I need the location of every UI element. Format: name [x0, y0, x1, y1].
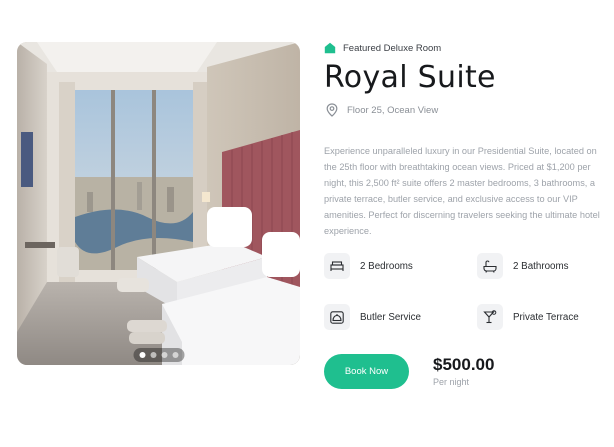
- price-value: $500.00: [433, 355, 495, 374]
- bathtub-icon: [483, 259, 497, 273]
- book-now-button[interactable]: Book Now: [324, 354, 409, 389]
- amenity-bathrooms: 2 Bathrooms: [477, 253, 569, 279]
- room-description: Experience unparalleled luxury in our Pr…: [324, 146, 600, 236]
- gallery-dot-2[interactable]: [150, 352, 156, 358]
- gallery-dot-3[interactable]: [161, 352, 167, 358]
- room-photo[interactable]: [17, 42, 300, 365]
- home-icon: [324, 42, 336, 54]
- room-photo-image: [17, 42, 300, 365]
- room-location-label: Floor 25, Ocean View: [347, 104, 439, 116]
- location-pin-icon: [326, 103, 338, 117]
- amenity-terrace: Private Terrace: [477, 304, 579, 330]
- gallery-dot-4[interactable]: [172, 352, 178, 358]
- room-location: Floor 25, Ocean View: [326, 103, 438, 117]
- amenity-icon-box: [324, 253, 350, 279]
- cocktail-icon: [483, 310, 497, 324]
- amenity-label: Private Terrace: [513, 311, 579, 323]
- room-title: Royal Suite: [324, 60, 496, 95]
- butler-bell-icon: [330, 310, 344, 324]
- price-unit: Per night: [433, 377, 470, 387]
- amenity-icon-box: [477, 304, 503, 330]
- amenity-label: 2 Bathrooms: [513, 260, 569, 272]
- room-info: Featured Deluxe Room Royal Suite Floor 2…: [324, 0, 604, 447]
- featured-badge-label: Featured Deluxe Room: [343, 42, 442, 54]
- amenity-icon-box: [477, 253, 503, 279]
- amenity-butler: Butler Service: [324, 304, 421, 330]
- featured-badge: Featured Deluxe Room: [324, 42, 441, 54]
- room-card: Featured Deluxe Room Royal Suite Floor 2…: [0, 0, 614, 447]
- amenity-label: Butler Service: [360, 311, 421, 323]
- amenity-label: 2 Bedrooms: [360, 260, 413, 272]
- gallery-pagination: [133, 348, 184, 362]
- gallery-dot-1[interactable]: [139, 352, 145, 358]
- amenity-icon-box: [324, 304, 350, 330]
- amenity-bedrooms: 2 Bedrooms: [324, 253, 413, 279]
- bed-icon: [330, 261, 344, 271]
